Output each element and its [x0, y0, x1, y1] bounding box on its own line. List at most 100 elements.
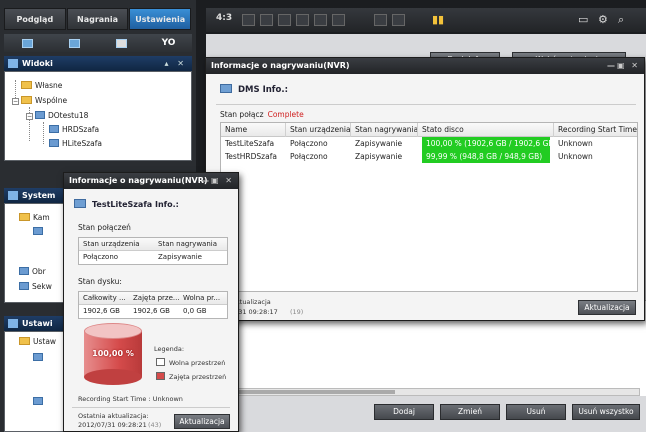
- tree-item[interactable]: [33, 226, 46, 238]
- device-header: TestLiteSzafa Info.:: [74, 199, 179, 209]
- fullscreen-icon[interactable]: [374, 14, 387, 26]
- last-update-date: 2012/07/31 09:28:21: [78, 421, 147, 429]
- settings-icon-row: YO: [4, 34, 192, 52]
- update-count: (43): [148, 421, 162, 429]
- tree-item[interactable]: Własne: [21, 80, 62, 92]
- layout-1-icon[interactable]: [242, 14, 255, 26]
- window-title[interactable]: Informacje o nagrywaniu(NVR) —▣ ✕: [64, 173, 238, 189]
- scroll-thumb[interactable]: [235, 390, 395, 394]
- sequence-icon: [19, 282, 29, 290]
- signal-icon[interactable]: ▮▮: [432, 13, 444, 26]
- tree-item[interactable]: DOtestu18: [35, 110, 88, 122]
- device-icon: [35, 111, 45, 119]
- tree-item[interactable]: Obr: [19, 266, 46, 278]
- collapse-icon[interactable]: −: [12, 98, 19, 105]
- column-header[interactable]: Name: [221, 123, 286, 137]
- connection-label: Stan połączeń: [78, 223, 131, 232]
- camera-icon: [33, 227, 43, 235]
- top-tabs: Podgląd Nagrania Ustawienia: [4, 8, 192, 30]
- horizontal-scrollbar[interactable]: [232, 388, 640, 396]
- folder-icon: [21, 81, 32, 89]
- device-icon: [74, 199, 86, 208]
- window-title[interactable]: Informacje o nagrywaniu(NVR) —▣ ✕: [206, 58, 644, 74]
- last-update-label: ktualizacja: [236, 298, 271, 306]
- column-header[interactable]: Stan nagrywania: [351, 123, 418, 137]
- window-controls[interactable]: —▣ ✕: [201, 173, 234, 189]
- table-row: Połączono Zapisywanie: [83, 253, 202, 261]
- recording-start: Recording Start Time : Unknown: [78, 395, 183, 403]
- window-controls[interactable]: —▣ ✕: [607, 58, 640, 74]
- device-icon: [33, 397, 43, 405]
- dms-table: Name Stan urządzenia Stan nagrywania Sta…: [220, 122, 638, 292]
- column-header[interactable]: Stato disco: [418, 123, 554, 137]
- change-button[interactable]: Zmień: [440, 404, 500, 420]
- delete-button[interactable]: Usuń: [506, 404, 566, 420]
- column-header[interactable]: Recording Start Time: [554, 123, 639, 137]
- legend-free: Wolna przestrzeń: [156, 358, 225, 367]
- camera-icon: [49, 125, 59, 133]
- layout-4-icon[interactable]: [260, 14, 273, 26]
- views-icon: [8, 59, 18, 68]
- search-icon[interactable]: ⌕: [618, 13, 624, 27]
- tab-preview[interactable]: Podgląd: [4, 8, 66, 30]
- tree-item[interactable]: [33, 352, 46, 364]
- image-icon: [19, 267, 29, 275]
- view-toolbar: 4:3 ▮▮ ▭ ⚙ ⌕: [206, 8, 646, 32]
- yo-settings-icon[interactable]: YO: [145, 34, 192, 52]
- views-panel-title: Widoki ▴ ✕: [4, 56, 192, 71]
- tab-recordings[interactable]: Nagrania: [66, 8, 129, 30]
- system-icon: [8, 191, 18, 200]
- table-row[interactable]: TestHRDSzafa Połączono Zapisywanie 99,99…: [221, 150, 637, 163]
- folder-icon: [19, 337, 30, 345]
- table-row[interactable]: TestLiteSzafa Połączono Zapisywanie 100,…: [221, 137, 637, 150]
- tab-settings[interactable]: Ustawienia: [129, 8, 192, 30]
- disk-usage-bar: 99,99 % (948,8 GB / 948,9 GB): [422, 150, 550, 163]
- layout-9-icon[interactable]: [278, 14, 291, 26]
- disk-usage-chart: 100,00 %: [84, 323, 142, 385]
- tree-item[interactable]: HRDSzafa: [49, 124, 99, 136]
- tree-item[interactable]: Sekw: [19, 281, 52, 293]
- table-row: 1902,6 GB 1902,6 GB 0,0 GB: [83, 307, 207, 315]
- disk-label: Stan dysku:: [78, 277, 122, 286]
- device-info-window: Informacje o nagrywaniu(NVR) —▣ ✕ TestLi…: [63, 172, 239, 432]
- monitor-icon[interactable]: [4, 34, 51, 52]
- aspect-ratio[interactable]: 4:3: [216, 13, 232, 23]
- legend-title: Legenda:: [154, 345, 185, 353]
- disk-table: Całkowity ... Zajęta prze... Wolna pr...…: [78, 291, 228, 319]
- used-swatch: [156, 372, 165, 380]
- update-button[interactable]: Aktualizacja: [578, 300, 636, 315]
- table-header: Całkowity ... Zajęta prze... Wolna pr...: [79, 292, 227, 305]
- dms-header: DMS Info.:: [220, 84, 288, 95]
- views-tree: Własne − Wspólne − DOtestu18 HRDSzafa HL…: [4, 71, 192, 161]
- dms-icon: [220, 84, 232, 93]
- layout-25-icon[interactable]: [314, 14, 327, 26]
- tree-item[interactable]: HLiteSzafa: [49, 138, 102, 150]
- last-update-label: Ostatnia aktualizacja:: [78, 412, 149, 420]
- tree-item[interactable]: [33, 396, 46, 408]
- tree-item[interactable]: Ustaw: [19, 336, 56, 348]
- collapse-icon[interactable]: −: [26, 113, 33, 120]
- network-icon[interactable]: [51, 34, 98, 52]
- folder-icon: [21, 96, 32, 104]
- keyboard-icon[interactable]: ▭: [578, 13, 588, 26]
- disk-usage-bar: 100,00 % (1902,6 GB / 1902,6 GB): [422, 137, 550, 150]
- dms-info-window: Informacje o nagrywaniu(NVR) —▣ ✕ DMS In…: [205, 57, 645, 321]
- table-header: Name Stan urządzenia Stan nagrywania Sta…: [221, 123, 637, 137]
- checkbox-icon[interactable]: [98, 34, 145, 52]
- layout-36-icon[interactable]: [332, 14, 345, 26]
- delete-all-button[interactable]: Usuń wszystko: [572, 404, 640, 420]
- update-count: (19): [290, 308, 304, 316]
- free-swatch: [156, 358, 165, 366]
- tree-item[interactable]: Wspólne: [21, 95, 67, 107]
- usage-percent: 100,00 %: [92, 349, 134, 358]
- panel-controls[interactable]: ▴ ✕: [164, 56, 187, 71]
- update-button[interactable]: Aktualizacja: [174, 414, 230, 429]
- camera-icon: [49, 139, 59, 147]
- connection-table: Stan urządzenia Stan nagrywania Połączon…: [78, 237, 228, 265]
- sequence-icon[interactable]: [392, 14, 405, 26]
- add-button[interactable]: Dodaj: [374, 404, 434, 420]
- gear-icon[interactable]: ⚙: [598, 13, 608, 26]
- layout-16-icon[interactable]: [296, 14, 309, 26]
- tree-item[interactable]: Kam: [19, 212, 50, 224]
- column-header[interactable]: Stan urządzenia: [286, 123, 351, 137]
